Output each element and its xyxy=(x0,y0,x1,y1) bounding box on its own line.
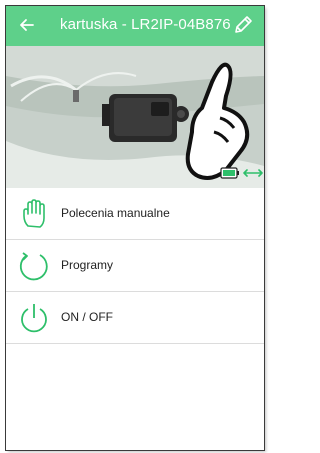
menu-item-on-off[interactable]: ON / OFF xyxy=(6,292,264,344)
menu-item-label: Polecenia manualne xyxy=(61,206,170,220)
menu-item-programs[interactable]: Programy xyxy=(6,240,264,292)
top-bar: kartuska - LR2IP-04B876 xyxy=(6,6,264,46)
connection-status xyxy=(220,167,263,179)
main-menu: Polecenia manualne Programy ON / OFF xyxy=(6,188,264,344)
menu-item-label: ON / OFF xyxy=(61,310,113,324)
menu-item-label: Programy xyxy=(61,258,114,272)
cycle-icon xyxy=(19,252,48,281)
arrow-left-icon[interactable] xyxy=(18,16,36,34)
hand-icon xyxy=(23,199,45,228)
battery-icon xyxy=(220,167,239,179)
app-window: kartuska - LR2IP-04B876 Polecenia manual… xyxy=(6,6,264,450)
power-icon xyxy=(21,304,47,333)
double-arrow-icon xyxy=(243,169,263,177)
pencil-icon[interactable] xyxy=(232,14,254,36)
menu-item-manual[interactable]: Polecenia manualne xyxy=(6,188,264,240)
page-title: kartuska - LR2IP-04B876 xyxy=(60,16,231,33)
controller-device-icon xyxy=(102,94,189,142)
